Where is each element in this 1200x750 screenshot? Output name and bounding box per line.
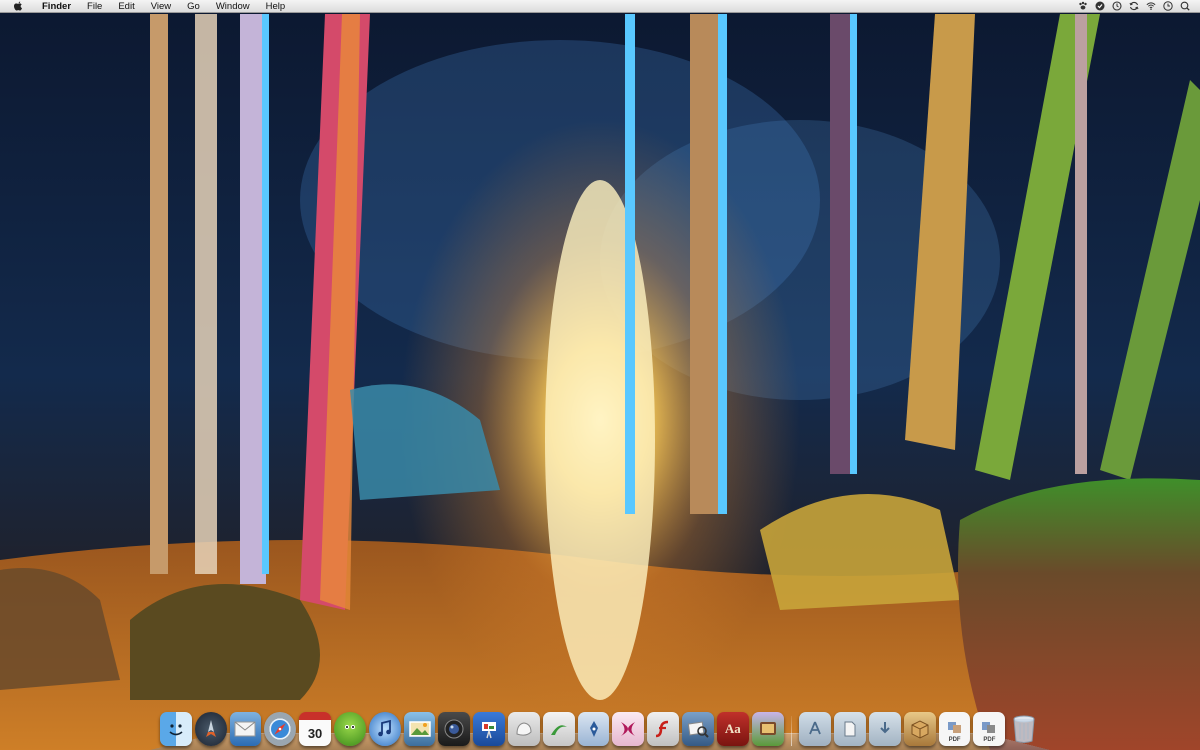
mail-icon[interactable] <box>229 712 262 746</box>
itunes-icon[interactable] <box>368 712 401 746</box>
check-circle-icon[interactable] <box>1095 1 1105 11</box>
dictionary-label: Aa <box>724 721 741 736</box>
pdf-document-label-2: PDF <box>983 737 996 743</box>
menu-edit[interactable]: Edit <box>110 0 142 13</box>
dock: 30 Aa PDF PDF <box>159 702 1040 746</box>
preview-icon[interactable] <box>682 712 714 746</box>
pdf-document-icon-2[interactable]: PDF <box>973 712 1006 746</box>
iphoto-icon[interactable] <box>403 712 436 746</box>
finder-icon[interactable] <box>159 712 192 746</box>
photoshop-icon[interactable] <box>508 712 540 746</box>
aperture-icon[interactable] <box>438 712 471 746</box>
applications-folder-icon[interactable] <box>799 712 832 746</box>
package-icon[interactable] <box>903 712 936 746</box>
menu-help[interactable]: Help <box>258 0 294 13</box>
menu-file[interactable]: File <box>79 0 110 13</box>
spotlight-search-icon[interactable] <box>1180 1 1190 11</box>
dictionary-icon[interactable]: Aa <box>716 712 749 746</box>
time-machine-icon[interactable] <box>1112 1 1122 11</box>
clock-icon[interactable] <box>1163 1 1173 11</box>
trash-icon[interactable] <box>1008 712 1040 746</box>
desktop-wallpaper <box>0 0 1200 750</box>
pdf-document-icon[interactable]: PDF <box>938 712 971 746</box>
menu-go[interactable]: Go <box>179 0 208 13</box>
documents-folder-icon[interactable] <box>834 712 867 746</box>
menu-view[interactable]: View <box>143 0 179 13</box>
illustrator-icon[interactable] <box>577 712 610 746</box>
wifi-icon[interactable] <box>1146 1 1156 11</box>
menu-bar: Finder File Edit View Go Window Help <box>0 0 1200 13</box>
sync-icon[interactable] <box>1129 1 1139 11</box>
pdf-document-label: PDF <box>948 737 961 743</box>
launchpad-icon[interactable] <box>194 712 227 746</box>
ical-icon[interactable]: 30 <box>299 712 331 746</box>
flash-icon[interactable] <box>612 712 645 746</box>
paw-icon[interactable] <box>1078 1 1088 11</box>
adium-icon[interactable] <box>333 712 366 746</box>
dock-separator <box>790 716 793 746</box>
downloads-folder-icon[interactable] <box>869 712 901 746</box>
mac-app-store-icon[interactable] <box>751 712 784 746</box>
dreamweaver-icon[interactable] <box>542 712 575 746</box>
menu-window[interactable]: Window <box>208 0 258 13</box>
safari-icon[interactable] <box>264 712 297 746</box>
menu-app-finder[interactable]: Finder <box>34 0 79 13</box>
keynote-icon[interactable] <box>473 712 506 746</box>
apple-menu-icon[interactable] <box>12 0 24 12</box>
menu-extras <box>1078 1 1200 11</box>
flash-player-icon[interactable] <box>647 712 680 746</box>
ical-date-label: 30 <box>307 725 323 741</box>
